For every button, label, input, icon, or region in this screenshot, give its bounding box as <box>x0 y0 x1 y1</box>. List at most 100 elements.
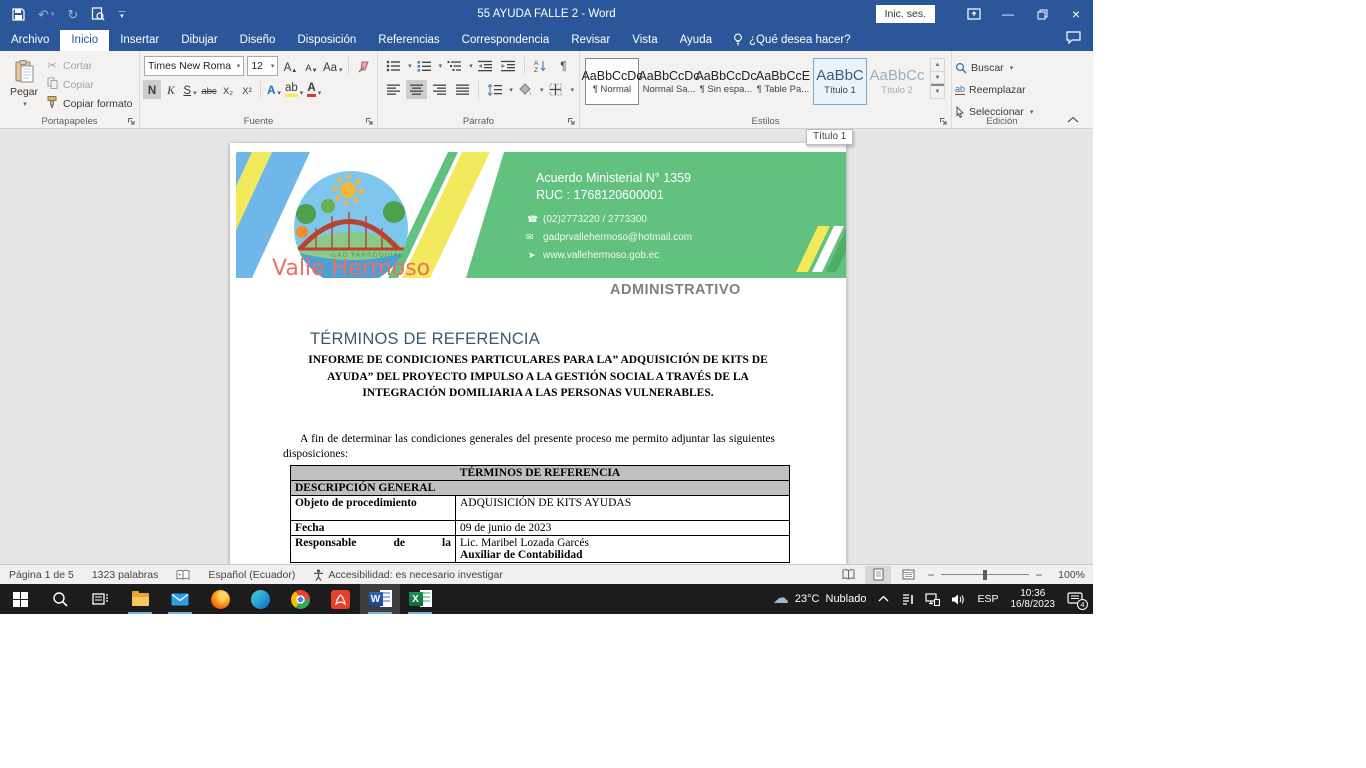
font-color-button[interactable]: A▾ <box>305 80 323 99</box>
underline-button[interactable]: S▾ <box>181 80 199 99</box>
doc-subtitle[interactable]: INFORME DE CONDICIONES PARTICULARES PARA… <box>288 352 788 402</box>
style-table-paragraph[interactable]: AaBbCcE ¶ Table Pa... <box>756 58 810 105</box>
sort-icon[interactable]: AZ <box>530 56 551 75</box>
copy-button[interactable]: Copiar <box>45 76 132 93</box>
proofing-icon[interactable] <box>167 569 199 581</box>
cut-button[interactable]: ✂ Cortar <box>45 57 132 74</box>
shading-icon[interactable] <box>515 80 536 99</box>
letterhead-image[interactable]: Acuerdo Ministerial N° 1359 RUC : 176812… <box>236 152 846 278</box>
style-normal[interactable]: AaBbCcDc ¶ Normal <box>585 58 639 105</box>
clipboard-dialog-launcher[interactable] <box>127 117 136 126</box>
restore-button[interactable] <box>1025 0 1059 28</box>
weather-widget[interactable]: ☁ 23°C Nublado <box>773 591 867 607</box>
doc-heading[interactable]: TÉRMINOS DE REFERENCIA <box>310 330 540 349</box>
styles-gallery-scrollbar[interactable]: ▲ ▼ ▼ <box>930 58 945 99</box>
highlight-color-button[interactable]: ab▾ <box>284 80 304 99</box>
web-layout-icon[interactable] <box>895 566 921 584</box>
paste-dropdown-arrow[interactable]: ▾ <box>23 100 27 108</box>
style-titulo-2[interactable]: AaBbCc Título 2 <box>870 58 924 105</box>
align-right-icon[interactable] <box>429 80 450 99</box>
print-preview-icon[interactable] <box>91 7 105 21</box>
bullet-list-icon[interactable] <box>383 56 404 75</box>
file-explorer-button[interactable] <box>120 584 160 614</box>
borders-icon[interactable] <box>545 80 566 99</box>
volume-icon[interactable] <box>951 593 965 606</box>
paragraph-dialog-launcher[interactable] <box>567 117 576 126</box>
mail-button[interactable] <box>160 584 200 614</box>
clear-formatting-icon[interactable] <box>355 57 373 76</box>
paste-button[interactable]: Pegar ▾ <box>3 54 45 113</box>
increase-indent-icon[interactable] <box>498 56 519 75</box>
minimize-button[interactable]: — <box>991 0 1025 28</box>
tab-insertar[interactable]: Insertar <box>109 30 170 51</box>
tab-revisar[interactable]: Revisar <box>560 30 621 51</box>
save-icon[interactable] <box>12 8 25 21</box>
redo-icon[interactable]: ↻ <box>67 8 78 21</box>
adobe-button[interactable] <box>320 584 360 614</box>
task-view-button[interactable] <box>80 584 120 614</box>
change-case-button[interactable]: Aa▾ <box>323 57 342 76</box>
align-center-icon[interactable] <box>406 80 427 99</box>
grow-font-button[interactable]: A▲ <box>281 57 299 76</box>
tab-correspondencia[interactable]: Correspondencia <box>451 30 561 51</box>
ribbon-display-options-icon[interactable] <box>957 0 991 28</box>
tab-vista[interactable]: Vista <box>621 30 668 51</box>
subscript-button[interactable]: X₂ <box>219 80 237 99</box>
zoom-slider-handle[interactable] <box>983 570 987 580</box>
superscript-button[interactable]: X² <box>238 80 256 99</box>
network-icon[interactable] <box>925 593 940 606</box>
taskbar-search-button[interactable] <box>40 584 80 614</box>
tab-dibujar[interactable]: Dibujar <box>170 30 228 51</box>
shrink-font-button[interactable]: A▼ <box>302 57 320 76</box>
pilcrow-icon[interactable]: ¶ <box>553 56 574 75</box>
action-center-button[interactable]: 4 <box>1067 592 1083 606</box>
line-spacing-icon[interactable] <box>484 80 505 99</box>
chrome-button[interactable] <box>280 584 320 614</box>
read-mode-icon[interactable] <box>835 566 861 584</box>
bold-button[interactable]: N <box>143 80 161 99</box>
multilevel-list-icon[interactable] <box>444 56 465 75</box>
show-hidden-icons-chevron[interactable] <box>878 595 889 603</box>
doc-paragraph[interactable]: A fin de determinar las condiciones gene… <box>283 432 775 462</box>
tab-disposicion[interactable]: Disposición <box>286 30 367 51</box>
style-sin-espaciado[interactable]: AaBbCcDc ¶ Sin espa... <box>699 58 753 105</box>
text-effects-button[interactable]: A▾ <box>265 80 283 99</box>
keyboard-language[interactable]: ESP <box>977 593 998 605</box>
close-button[interactable]: × <box>1059 0 1093 28</box>
clock[interactable]: 10:36 16/8/2023 <box>1011 588 1056 610</box>
edge-button[interactable] <box>240 584 280 614</box>
tell-me-box[interactable]: ¿Qué desea hacer? <box>723 29 861 51</box>
font-name-combo[interactable]: Times New Roma▾ <box>144 56 244 76</box>
zoom-in-icon[interactable]: − <box>1033 568 1045 582</box>
find-button[interactable]: Buscar▾ <box>955 58 1049 77</box>
tray-app-icon[interactable] <box>901 593 914 606</box>
firefox-button[interactable] <box>200 584 240 614</box>
comments-icon[interactable] <box>1054 31 1093 51</box>
style-titulo-1[interactable]: AaBbC Título 1 <box>813 58 867 105</box>
undo-icon[interactable]: ↶▾ <box>38 8 54 21</box>
numbered-list-icon[interactable] <box>414 56 435 75</box>
tab-referencias[interactable]: Referencias <box>367 30 450 51</box>
word-count[interactable]: 1323 palabras <box>83 569 168 581</box>
tab-diseno[interactable]: Diseño <box>229 30 287 51</box>
collapse-ribbon-icon[interactable] <box>1067 116 1079 124</box>
italic-button[interactable]: K <box>162 80 180 99</box>
decrease-indent-icon[interactable] <box>475 56 496 75</box>
page-indicator[interactable]: Página 1 de 5 <box>0 569 83 581</box>
doc-table[interactable]: TÉRMINOS DE REFERENCIA DESCRIPCIÓN GENER… <box>290 465 790 563</box>
replace-button[interactable]: ab Reemplazar <box>955 80 1049 99</box>
sign-in-button[interactable]: Inic. ses. <box>876 5 935 23</box>
style-normal-sa[interactable]: AaBbCcDc Normal Sa... <box>642 58 696 105</box>
align-left-icon[interactable] <box>383 80 404 99</box>
justify-icon[interactable] <box>452 80 473 99</box>
print-layout-icon[interactable] <box>865 566 891 584</box>
tab-archivo[interactable]: Archivo <box>0 30 60 51</box>
document-page[interactable]: Acuerdo Ministerial N° 1359 RUC : 176812… <box>230 143 846 564</box>
word-button[interactable]: W <box>360 584 400 614</box>
start-button[interactable] <box>0 584 40 614</box>
format-painter-button[interactable]: Copiar formato <box>45 95 132 112</box>
font-dialog-launcher[interactable] <box>365 117 374 126</box>
zoom-slider[interactable] <box>941 566 1029 584</box>
tab-ayuda[interactable]: Ayuda <box>669 30 723 51</box>
strikethrough-button[interactable]: abc <box>200 80 218 99</box>
